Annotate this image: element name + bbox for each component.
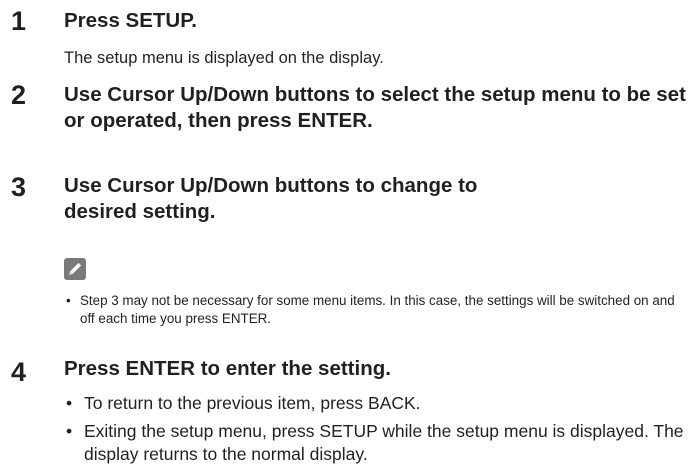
step-3-title: Use Cursor Up/Down buttons to change to … bbox=[64, 174, 478, 223]
step-4-bullet-2-text: Exiting the setup menu, press SETUP whil… bbox=[84, 421, 684, 464]
bullet-dot: • bbox=[66, 393, 73, 413]
step-3-note-text: Step 3 may not be necessary for some men… bbox=[80, 293, 675, 326]
step-1-number: 1 bbox=[11, 6, 27, 36]
step-2-number: 2 bbox=[11, 80, 27, 110]
pencil-icon bbox=[64, 258, 86, 280]
step-4-bullet-1-text: To return to the previous item, press BA… bbox=[84, 393, 421, 413]
step-1-description: The setup menu is displayed on the displ… bbox=[64, 49, 384, 67]
step-3-note: • Step 3 may not be necessary for some m… bbox=[66, 292, 676, 328]
step-2-title: Use Cursor Up/Down buttons to select the… bbox=[64, 83, 686, 132]
step-4-number: 4 bbox=[11, 357, 27, 387]
bullet-dot: • bbox=[66, 421, 73, 441]
step-1-title: Press SETUP. bbox=[64, 9, 197, 32]
step-4-bullet-1: • To return to the previous item, press … bbox=[66, 392, 686, 415]
step-3-number: 3 bbox=[11, 172, 27, 202]
note-bullet: • bbox=[66, 293, 71, 308]
setup-procedure-page: { "steps": [ { "number": "1", "title": "… bbox=[0, 0, 697, 469]
step-4-bullet-2: • Exiting the setup menu, press SETUP wh… bbox=[66, 420, 686, 466]
step-4-title: Press ENTER to enter the setting. bbox=[64, 357, 391, 380]
